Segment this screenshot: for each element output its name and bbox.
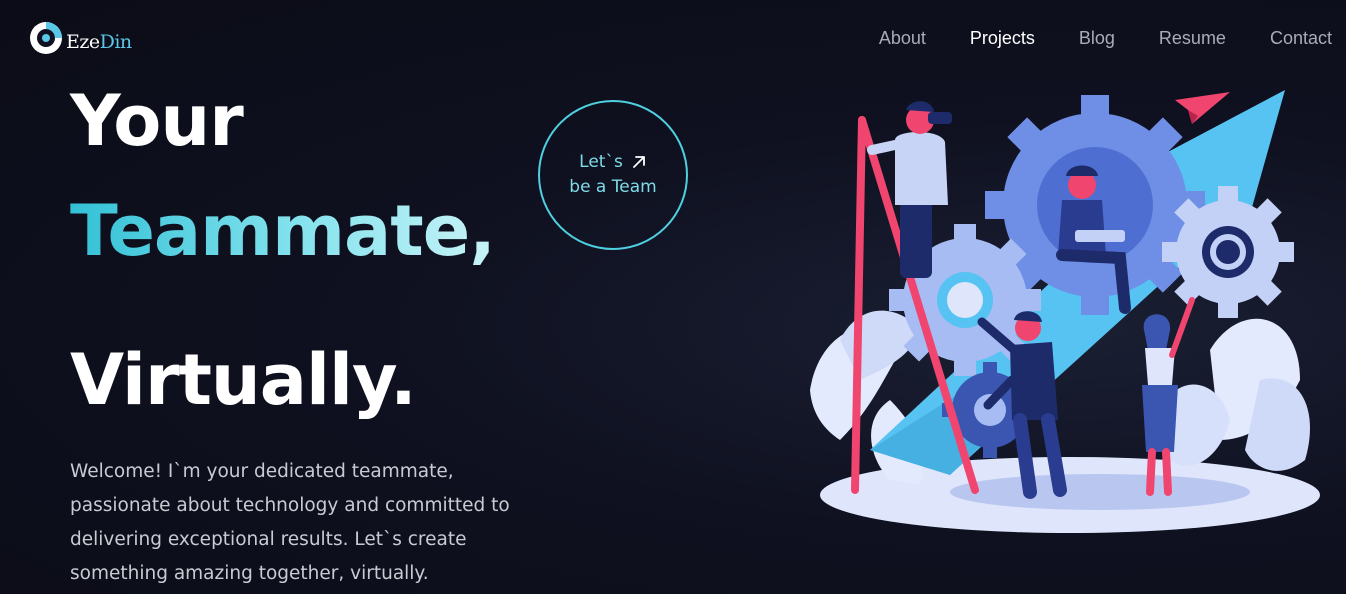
brand-name: EzeDin <box>66 31 132 53</box>
arrow-up-right-icon <box>632 156 645 169</box>
lets-be-a-team-button[interactable]: Let`s be a Team <box>538 100 688 250</box>
nav-link-resume[interactable]: Resume <box>1159 28 1226 49</box>
nav-link-contact[interactable]: Contact <box>1270 28 1332 49</box>
brand-name-part2: Din <box>99 31 133 53</box>
brand-name-part1: Eze <box>66 31 100 53</box>
hero-title-line2: Teammate, <box>70 190 496 272</box>
teamwork-gears-illustration <box>810 90 1320 533</box>
hero-title-line3: Virtually. <box>70 339 417 421</box>
nav-link-blog[interactable]: Blog <box>1079 28 1115 49</box>
hero-description: Welcome! I`m your dedicated teammate, pa… <box>70 461 510 584</box>
brand-logo[interactable]: EzeDin <box>28 20 132 56</box>
hero-title-line1: Your <box>70 80 244 162</box>
logo-icon <box>30 22 62 54</box>
main-nav: About Projects Blog Resume Contact <box>835 28 1332 49</box>
cta-label-line2: be a Team <box>569 177 657 197</box>
nav-link-projects[interactable]: Projects <box>970 28 1035 49</box>
cta-label-line1: Let`s <box>579 151 623 172</box>
nav-link-about[interactable]: About <box>879 28 926 49</box>
